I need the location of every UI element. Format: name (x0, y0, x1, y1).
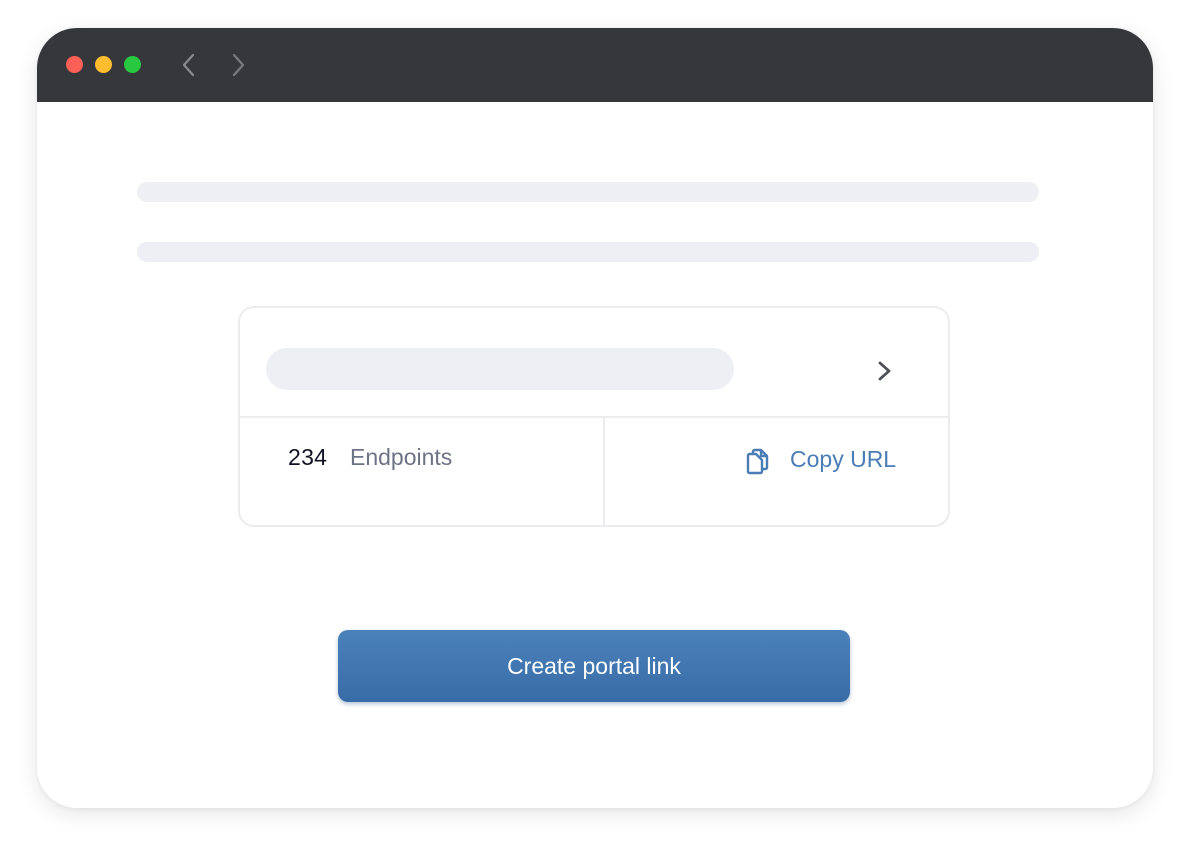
endpoint-count-label: Endpoints (350, 444, 453, 470)
close-window-button[interactable] (66, 56, 83, 73)
chevron-left-icon (182, 53, 195, 77)
copy-url-button[interactable]: Copy URL (744, 444, 914, 478)
portal-card-header[interactable] (240, 308, 948, 418)
skeleton-text-line (137, 182, 1039, 202)
copy-url-label: Copy URL (790, 446, 897, 472)
forward-button[interactable] (227, 52, 249, 78)
skeleton-title-placeholder (266, 348, 734, 390)
endpoint-count: 234 (288, 444, 328, 470)
copy-icon (746, 448, 769, 475)
title-bar (37, 28, 1153, 102)
portal-card: 234 Endpoints Copy URL (238, 306, 950, 527)
chevron-right-icon (878, 361, 891, 381)
maximize-window-button[interactable] (124, 56, 141, 73)
minimize-window-button[interactable] (95, 56, 112, 73)
back-button[interactable] (178, 52, 200, 78)
create-portal-link-button[interactable]: Create portal link (338, 630, 850, 702)
endpoint-count-section: 234 Endpoints (240, 416, 605, 527)
browser-window: 234 Endpoints Copy URL Create portal lin… (37, 28, 1153, 808)
skeleton-text-line (137, 242, 1039, 262)
chevron-right-icon (232, 53, 245, 77)
